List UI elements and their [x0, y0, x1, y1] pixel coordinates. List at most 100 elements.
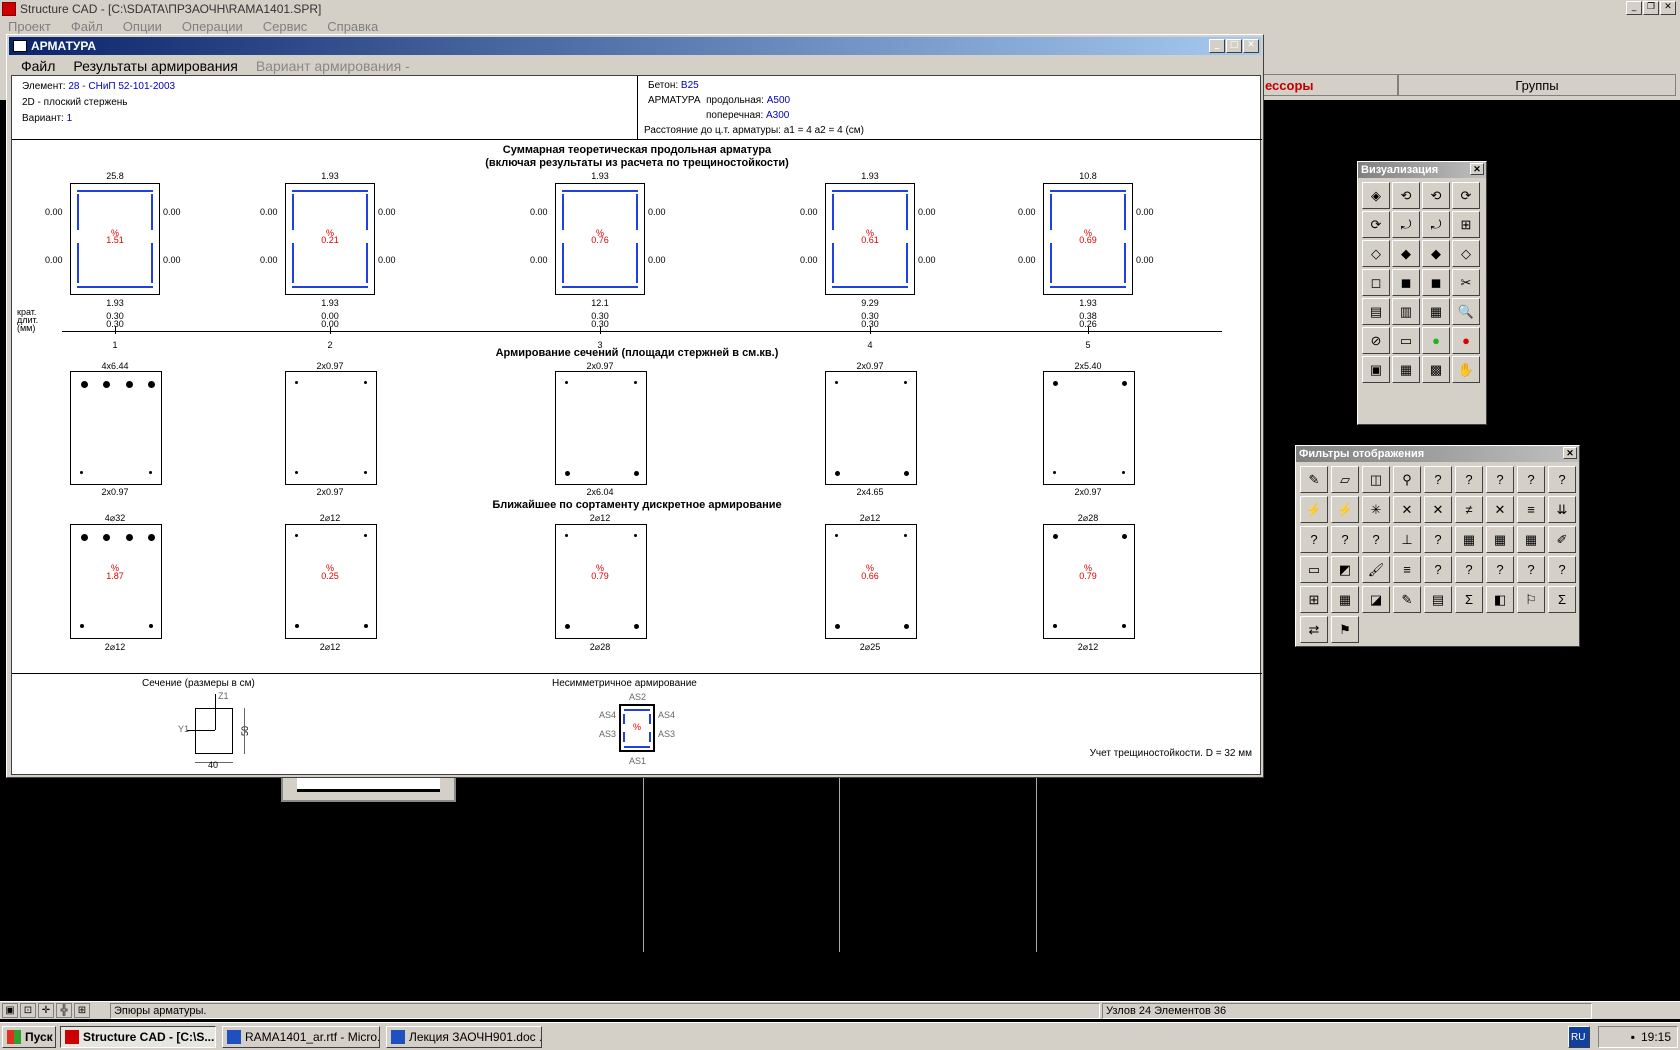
filter-8-icon[interactable]: ?: [1517, 466, 1545, 493]
filter-26-icon[interactable]: ▦: [1517, 526, 1545, 553]
proj-iso-icon[interactable]: ◇: [1452, 240, 1480, 267]
filter-14-icon[interactable]: ✕: [1424, 496, 1452, 523]
filter-9-icon[interactable]: ?: [1548, 466, 1576, 493]
filter-22-icon[interactable]: ⊥: [1393, 526, 1421, 553]
grid-4-icon[interactable]: ▩: [1422, 356, 1450, 383]
filter-33-icon[interactable]: ?: [1455, 556, 1483, 583]
snap-node-icon[interactable]: ▣: [2, 1003, 18, 1018]
snap-cross-icon[interactable]: ✛: [38, 1003, 54, 1018]
rotate-x2-icon[interactable]: ⟳: [1362, 211, 1390, 238]
menu-operations[interactable]: Операции: [182, 19, 243, 34]
filter-18-icon[interactable]: ⇊: [1548, 496, 1576, 523]
filter-17-icon[interactable]: ≡: [1517, 496, 1545, 523]
filter-41-icon[interactable]: ▤: [1424, 586, 1452, 613]
menu-service[interactable]: Сервис: [263, 19, 308, 34]
filter-30-icon[interactable]: 🖌: [1362, 556, 1390, 583]
filter-21-icon[interactable]: ?: [1362, 526, 1390, 553]
grid-2-icon[interactable]: ▥: [1392, 298, 1420, 325]
rotate-z-icon[interactable]: ⟳: [1452, 182, 1480, 209]
filter-35-icon[interactable]: ?: [1517, 556, 1545, 583]
dialog-menu-file[interactable]: Файл: [21, 58, 55, 74]
taskbar-rtf-document[interactable]: RAMA1401_ar.rtf - Micro...: [222, 1026, 380, 1048]
filter-31-icon[interactable]: ≡: [1393, 556, 1421, 583]
restore-button[interactable]: ❐: [1643, 1, 1659, 15]
close-button[interactable]: ✕: [1660, 1, 1676, 15]
pan-icon[interactable]: ✋: [1452, 356, 1480, 383]
filter-37-icon[interactable]: ⊞: [1300, 586, 1328, 613]
language-indicator[interactable]: RU: [1568, 1026, 1590, 1048]
tab-groups[interactable]: Группы: [1398, 74, 1676, 96]
grid-1-icon[interactable]: ▤: [1362, 298, 1390, 325]
green-light-icon[interactable]: ●: [1422, 327, 1450, 354]
view-3d-icon[interactable]: ◈: [1362, 182, 1390, 209]
filter-23-icon[interactable]: ?: [1424, 526, 1452, 553]
menu-file[interactable]: Файл: [71, 19, 103, 34]
grid-3-icon[interactable]: ▦: [1392, 356, 1420, 383]
red-light-icon[interactable]: ●: [1452, 327, 1480, 354]
filter-29-icon[interactable]: ◩: [1331, 556, 1359, 583]
filter-2-icon[interactable]: ▱: [1331, 466, 1359, 493]
zoom-icon[interactable]: 🔍: [1452, 298, 1480, 325]
filter-3-icon[interactable]: ◫: [1362, 466, 1390, 493]
filter-36-icon[interactable]: ?: [1548, 556, 1576, 583]
menu-project[interactable]: Проект: [8, 19, 51, 34]
network-icon[interactable]: ▪: [1631, 1030, 1635, 1044]
filter-6-icon[interactable]: ?: [1455, 466, 1483, 493]
filter-16-icon[interactable]: ✕: [1486, 496, 1514, 523]
proj-yz-icon[interactable]: ◆: [1392, 240, 1420, 267]
start-button[interactable]: Пуск: [2, 1026, 56, 1048]
view-copy-icon[interactable]: ▣: [1362, 356, 1390, 383]
filter-25-icon[interactable]: ▦: [1486, 526, 1514, 553]
cut-icon[interactable]: ✂: [1452, 269, 1480, 296]
cube-2-icon[interactable]: ◼: [1392, 269, 1420, 296]
cube-1-icon[interactable]: ◻: [1362, 269, 1390, 296]
filter-24-icon[interactable]: ▦: [1455, 526, 1483, 553]
filter-15-icon[interactable]: ≠: [1455, 496, 1483, 523]
filter-13-icon[interactable]: ✕: [1393, 496, 1421, 523]
filter-47-icon[interactable]: ⚑: [1331, 616, 1359, 643]
filter-34-icon[interactable]: ?: [1486, 556, 1514, 583]
minimize-button[interactable]: _: [1626, 1, 1642, 15]
snap-frame-icon[interactable]: ⊞: [74, 1003, 90, 1018]
table-icon[interactable]: ▦: [1422, 298, 1450, 325]
filter-40-icon[interactable]: ✎: [1393, 586, 1421, 613]
menu-help[interactable]: Справка: [327, 19, 378, 34]
filter-12-icon[interactable]: ✳: [1362, 496, 1390, 523]
filter-32-icon[interactable]: ?: [1424, 556, 1452, 583]
rotate-y2-icon[interactable]: ⤾: [1392, 211, 1420, 238]
filter-11-icon[interactable]: ⚡: [1331, 496, 1359, 523]
tab-processors[interactable]: ессоры: [1262, 74, 1398, 96]
rotate-x-icon[interactable]: ⟲: [1392, 182, 1420, 209]
palette-close-button[interactable]: ✕: [1470, 163, 1484, 175]
filter-39-icon[interactable]: ◪: [1362, 586, 1390, 613]
snap-plus-icon[interactable]: ╬: [56, 1003, 72, 1018]
dialog-minimize-button[interactable]: _: [1209, 39, 1225, 53]
dialog-maximize-button[interactable]: □: [1226, 39, 1242, 53]
proj-xz-icon[interactable]: ◇: [1362, 240, 1390, 267]
rotate-y-icon[interactable]: ⟲: [1422, 182, 1450, 209]
filter-44-icon[interactable]: ⚐: [1517, 586, 1545, 613]
filter-45-icon[interactable]: Σ: [1548, 586, 1576, 613]
rotate-z2-icon[interactable]: ⤾: [1422, 211, 1450, 238]
dialog-menu-results[interactable]: Результаты армирования: [73, 58, 237, 74]
filter-46-icon[interactable]: ⇄: [1300, 616, 1328, 643]
cancel-icon[interactable]: ⊘: [1362, 327, 1390, 354]
filter-19-icon[interactable]: ?: [1300, 526, 1328, 553]
filter-28-icon[interactable]: ▭: [1300, 556, 1328, 583]
print-icon[interactable]: ▭: [1392, 327, 1420, 354]
filter-43-icon[interactable]: ◧: [1486, 586, 1514, 613]
filter-1-icon[interactable]: ✎: [1300, 466, 1328, 493]
filters-close-button[interactable]: ✕: [1563, 447, 1577, 459]
filter-4-icon[interactable]: ⚲: [1393, 466, 1421, 493]
filter-27-icon[interactable]: ✐: [1548, 526, 1576, 553]
cube-3-icon[interactable]: ◼: [1422, 269, 1450, 296]
snap-grid-icon[interactable]: ⊡: [20, 1003, 36, 1018]
proj-xy-icon[interactable]: ◆: [1422, 240, 1450, 267]
menu-options[interactable]: Опции: [123, 19, 162, 34]
filter-7-icon[interactable]: ?: [1486, 466, 1514, 493]
fragment-icon[interactable]: ⊞: [1452, 211, 1480, 238]
filter-20-icon[interactable]: ?: [1331, 526, 1359, 553]
filter-38-icon[interactable]: ▦: [1331, 586, 1359, 613]
taskbar-doc-lecture[interactable]: Лекция ЗАОЧН901.doc ...: [386, 1026, 542, 1048]
filter-5-icon[interactable]: ?: [1424, 466, 1452, 493]
